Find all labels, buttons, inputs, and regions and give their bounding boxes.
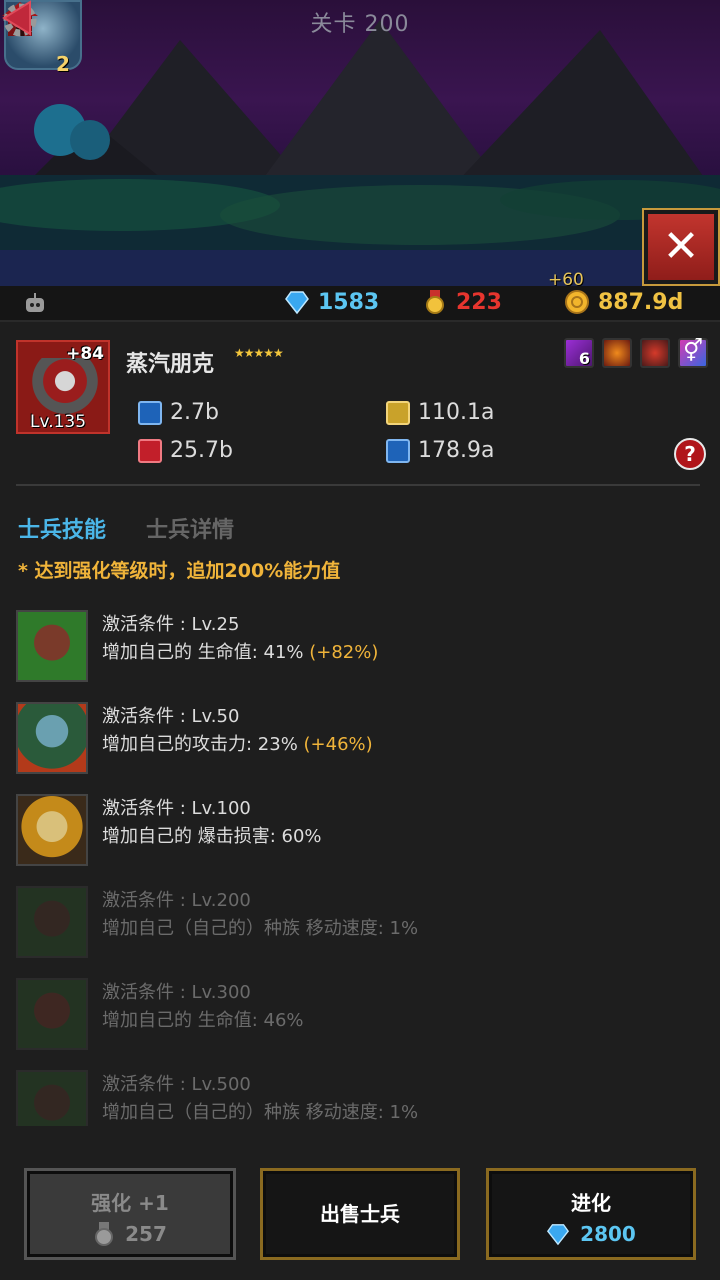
evolve-cost-value: 2800 — [580, 1222, 636, 1246]
stat-armor: 110.1a — [386, 400, 494, 425]
stat-hp: 25.7b — [138, 438, 233, 463]
skill-description: 增加自己的攻击力: 23% (+46%) — [102, 734, 373, 755]
gem-icon — [547, 1224, 570, 1246]
fire-element-icon[interactable] — [602, 338, 632, 368]
upgrade-cost: 257 — [27, 1222, 233, 1246]
skill-item: 激活条件 : Lv.50 增加自己的攻击力: 23% (+46%) — [16, 696, 716, 774]
gem-count: 1583 — [318, 289, 380, 315]
skill-condition: 激活条件 : Lv.500 — [102, 1074, 251, 1095]
shield-icon — [386, 400, 410, 425]
game-scene: 2 关卡 200 +60 ✕ — [0, 0, 720, 286]
rank-value: 6 — [578, 349, 590, 368]
star-rating: ★★★★★ — [234, 346, 284, 360]
robot-icon[interactable] — [22, 292, 48, 316]
skill-item: 激活条件 : Lv.100 增加自己的 爆击损害: 60% — [16, 788, 716, 866]
skill-list[interactable]: 激活条件 : Lv.25 增加自己的 生命值: 41% (+82%) 激活条件 … — [0, 604, 720, 1126]
skill-bonus: (+82%) — [309, 642, 379, 663]
gold-count: 887.9d — [598, 289, 684, 315]
evolve-cost: 2800 — [489, 1222, 693, 1246]
gem-counter: 1583 — [284, 289, 379, 315]
upgrade-button[interactable]: 强化 +1 257 — [24, 1168, 236, 1260]
hp-value: 25.7b — [170, 438, 233, 463]
back-arrow-icon[interactable] — [0, 0, 34, 36]
soldier-name: 蒸汽朋克 — [126, 352, 215, 377]
skill-bonus: (+46%) — [303, 734, 373, 755]
heart-icon — [138, 438, 162, 463]
skill-icon — [16, 610, 88, 682]
soldier-level: Lv.135 — [30, 412, 87, 432]
armor-value: 110.1a — [418, 400, 495, 425]
currency-bar: 1583 223 887.9d — [0, 286, 720, 322]
medal-icon — [426, 290, 444, 314]
skill-item-locked: 激活条件 : Lv.300 增加自己的 生命值: 46% — [16, 972, 716, 1050]
close-button[interactable]: ✕ — [642, 208, 720, 286]
sell-soldier-button[interactable]: 出售士兵 — [260, 1168, 460, 1260]
skill-condition: 激活条件 : Lv.50 — [102, 706, 240, 727]
attack-value: 2.7b — [170, 400, 219, 425]
attack-icon — [138, 400, 162, 425]
skill-condition: 激活条件 : Lv.25 — [102, 614, 240, 635]
skill-description: 增加自己的 爆击损害: 60% — [102, 826, 322, 847]
evolve-button[interactable]: 进化 2800 — [486, 1168, 696, 1260]
upgrade-cost-value: 257 — [125, 1222, 167, 1246]
gold-counter: 887.9d — [564, 289, 683, 315]
help-button[interactable]: ? — [674, 438, 706, 470]
skill-icon — [16, 978, 88, 1050]
medal-icon — [95, 1222, 114, 1246]
rank-badge-icon[interactable]: 6 — [564, 338, 594, 368]
mountain-backdrop — [0, 20, 720, 286]
soldier-enhance-level: +84 — [66, 344, 104, 364]
stat-defense: 178.9a — [386, 438, 494, 463]
upgrade-label: 强化 +1 — [91, 1191, 169, 1215]
close-icon: ✕ — [662, 221, 700, 272]
medal-counter: 223 — [422, 289, 502, 315]
bonus-note: * 达到强化等级时，追加200%能力值 — [18, 560, 341, 582]
skill-description: 增加自己（自己的）种族 移动速度: 1% — [102, 918, 419, 939]
skill-condition: 激活条件 : Lv.300 — [102, 982, 251, 1003]
soldier-panel: +84 Lv.135 蒸汽朋克 ★★★★★ 6 ⚥ 2.7b 25.7b 110… — [0, 322, 720, 1280]
skill-description: 增加自己的 生命值: 46% — [102, 1010, 304, 1031]
medal-count: 223 — [456, 289, 502, 315]
defense-shield-icon — [386, 438, 410, 463]
race-icon[interactable] — [640, 338, 670, 368]
gem-icon — [285, 291, 309, 315]
divider — [16, 484, 700, 486]
hero-count: 2 — [56, 52, 70, 76]
gold-gain-popup: +60 — [548, 270, 584, 286]
evolve-label: 进化 — [571, 1191, 611, 1215]
skill-condition: 激活条件 : Lv.200 — [102, 890, 251, 911]
skill-icon — [16, 702, 88, 774]
tab-soldier-details[interactable]: 士兵详情 — [146, 512, 234, 544]
tab-soldier-skills[interactable]: 士兵技能 — [18, 512, 106, 544]
skill-condition: 激活条件 : Lv.100 — [102, 798, 251, 819]
sell-label: 出售士兵 — [320, 1202, 400, 1226]
stat-attack: 2.7b — [138, 400, 219, 425]
skill-description: 增加自己的 生命值: 41% (+82%) — [102, 642, 379, 663]
gender-icon[interactable]: ⚥ — [678, 338, 708, 368]
skill-item: 激活条件 : Lv.25 增加自己的 生命值: 41% (+82%) — [16, 604, 716, 682]
soldier-portrait: +84 Lv.135 — [16, 340, 110, 434]
skill-icon — [16, 886, 88, 958]
skill-item-locked: 激活条件 : Lv.500 增加自己（自己的）种族 移动速度: 1% — [16, 1064, 716, 1126]
skill-item-locked: 激活条件 : Lv.200 增加自己（自己的）种族 移动速度: 1% — [16, 880, 716, 958]
defense-value: 178.9a — [418, 438, 495, 463]
skill-description: 增加自己（自己的）种族 移动速度: 1% — [102, 1102, 419, 1123]
skill-icon — [16, 1070, 88, 1126]
stage-label: 关卡 200 — [310, 12, 410, 37]
skill-icon — [16, 794, 88, 866]
gold-coin-icon — [565, 290, 589, 314]
